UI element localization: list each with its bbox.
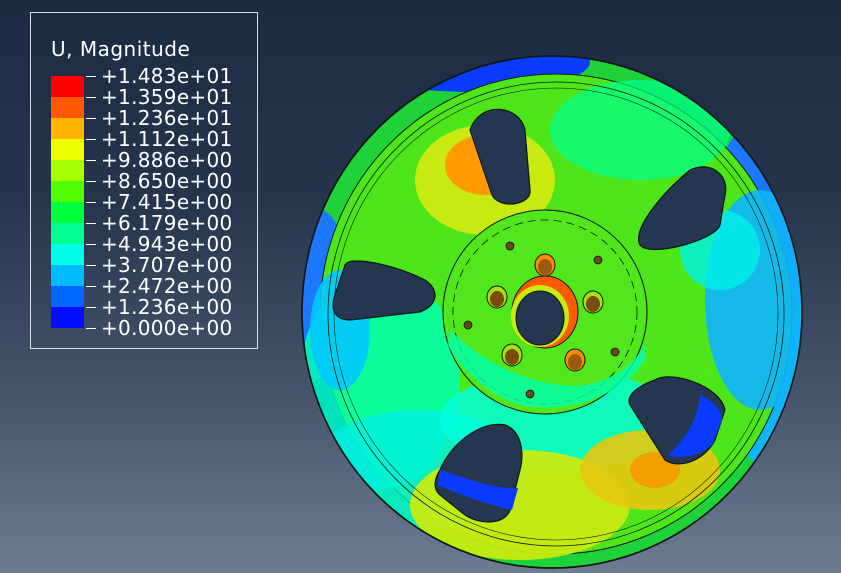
wheel-model <box>301 55 803 569</box>
model-viewport[interactable] <box>0 0 841 573</box>
hub <box>442 209 648 415</box>
